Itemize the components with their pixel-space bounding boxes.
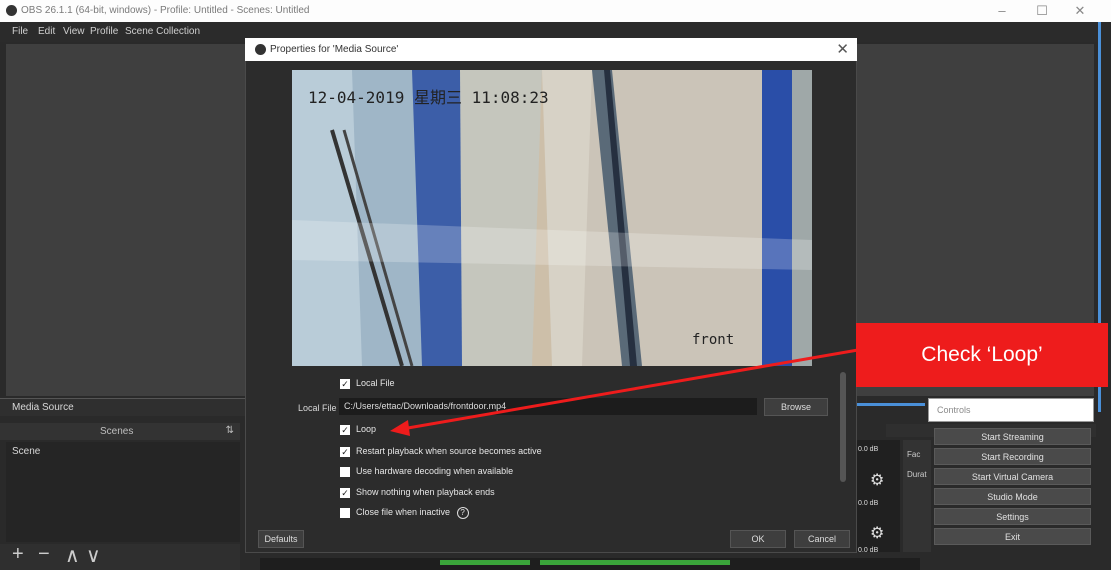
scenes-dock-title: Scenes xyxy=(100,426,134,437)
studio-mode-button[interactable]: Studio Mode xyxy=(934,488,1091,505)
minimize-icon[interactable]: – xyxy=(990,3,1014,18)
local-file-label: Local File xyxy=(298,403,337,413)
checkbox-unchecked-icon xyxy=(340,466,350,477)
add-scene-icon[interactable]: + xyxy=(12,543,24,566)
start-streaming-button[interactable]: Start Streaming xyxy=(934,428,1091,445)
gear-icon[interactable]: ⚙ xyxy=(870,523,884,543)
gear-icon[interactable]: ⚙ xyxy=(870,470,884,490)
mixer-db-readout: 0.0 dB xyxy=(858,547,879,554)
meter-level xyxy=(440,560,530,565)
obs-logo-icon xyxy=(6,5,17,16)
loop-label: Loop xyxy=(356,424,377,434)
dialog-title: Properties for 'Media Source' xyxy=(270,44,399,55)
restart-playback-label: Restart playback when source becomes act… xyxy=(356,446,542,456)
annotation-arrow xyxy=(390,348,859,436)
maximize-icon[interactable]: ☐ xyxy=(1030,3,1054,19)
menu-profile[interactable]: Profile xyxy=(90,26,118,37)
obs-logo-icon xyxy=(255,44,266,55)
loop-checkbox[interactable]: ✓ Loop xyxy=(340,424,376,435)
scenes-dock-header: Scenes ⇅ xyxy=(0,423,240,440)
source-item-media-source[interactable]: Media Source xyxy=(12,402,74,413)
show-nothing-label: Show nothing when playback ends xyxy=(356,487,495,497)
scene-item[interactable]: Scene xyxy=(12,446,40,457)
show-nothing-checkbox[interactable]: ✓ Show nothing when playback ends xyxy=(340,487,495,498)
close-window-icon[interactable]: ✕ xyxy=(1068,3,1092,19)
menu-scene-collection[interactable]: Scene Collection xyxy=(125,26,200,37)
window-title: OBS 26.1.1 (64-bit, windows) - Profile: … xyxy=(21,5,310,16)
checkbox-checked-icon: ✓ xyxy=(340,446,350,457)
start-recording-button[interactable]: Start Recording xyxy=(934,448,1091,465)
restart-playback-checkbox[interactable]: ✓ Restart playback when source becomes ac… xyxy=(340,446,542,457)
mixer-db-readout: 0.0 dB xyxy=(858,446,879,453)
ok-button[interactable]: OK xyxy=(730,530,786,548)
menu-file[interactable]: File xyxy=(12,26,28,37)
settings-button[interactable]: Settings xyxy=(934,508,1091,525)
hardware-decoding-label: Use hardware decoding when available xyxy=(356,466,514,476)
controls-dock-tab[interactable]: Controls xyxy=(928,398,1094,422)
close-file-label: Close file when inactive xyxy=(356,507,451,517)
remove-scene-icon[interactable]: − xyxy=(38,543,50,566)
window-titlebar: OBS 26.1.1 (64-bit, windows) - Profile: … xyxy=(0,0,1111,22)
help-icon[interactable]: ? xyxy=(456,507,469,519)
checkbox-checked-icon: ✓ xyxy=(340,487,350,498)
move-down-icon[interactable]: ∨ xyxy=(86,543,101,568)
menu-view[interactable]: View xyxy=(63,26,85,37)
annotation-callout: Check ‘Loop’ xyxy=(856,323,1108,387)
volume-meter xyxy=(260,558,920,570)
transitions-dock: Fac Durat xyxy=(903,440,931,552)
scene-toolbar: + − ∧ ∨ xyxy=(0,543,240,570)
media-preview: 12-04-2019 星期三 11:08:23 front xyxy=(292,70,812,366)
move-up-icon[interactable]: ∧ xyxy=(65,543,80,568)
checkbox-checked-icon: ✓ xyxy=(340,378,350,389)
controls-tab-label: Controls xyxy=(937,405,971,415)
start-virtual-camera-button[interactable]: Start Virtual Camera xyxy=(934,468,1091,485)
defaults-button[interactable]: Defaults xyxy=(258,530,304,548)
checkbox-checked-icon: ✓ xyxy=(340,424,350,435)
menu-edit[interactable]: Edit xyxy=(38,26,55,37)
mixer-db-readout: 0.0 dB xyxy=(858,500,879,507)
video-frame-image xyxy=(292,70,812,366)
duration-label: Durat xyxy=(907,470,927,479)
annotation-text: Check ‘Loop’ xyxy=(921,343,1043,366)
exit-button[interactable]: Exit xyxy=(934,528,1091,545)
video-timestamp: 12-04-2019 星期三 11:08:23 xyxy=(308,88,549,107)
sources-dock: Media Source xyxy=(0,398,245,416)
close-icon[interactable]: ✕ xyxy=(836,40,849,58)
close-file-checkbox[interactable]: Close file when inactive ? xyxy=(340,507,469,519)
scene-list: Scene xyxy=(6,442,240,542)
undock-icon[interactable]: ⇅ xyxy=(226,425,234,436)
checkbox-unchecked-icon xyxy=(340,507,350,518)
transition-label: Fac xyxy=(907,450,921,459)
hardware-decoding-checkbox[interactable]: Use hardware decoding when available xyxy=(340,466,513,477)
meter-level xyxy=(540,560,730,565)
cancel-button[interactable]: Cancel xyxy=(794,530,850,548)
dialog-titlebar: Properties for 'Media Source' ✕ xyxy=(245,38,857,61)
